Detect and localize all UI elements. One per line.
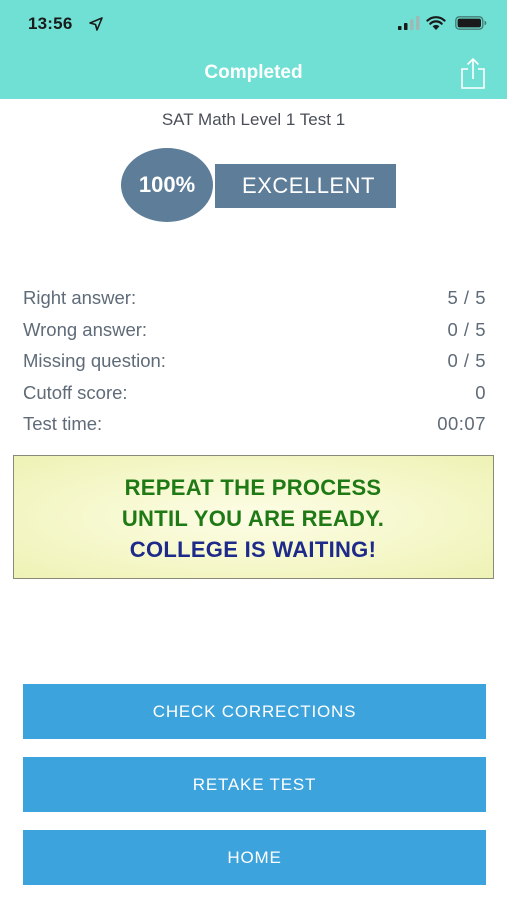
page-title: Completed [204,62,303,83]
motivation-line-3: COLLEGE IS WAITING! [129,537,377,562]
stat-value: 0 [475,381,486,403]
status-bar: 13:56 [0,0,507,50]
motivation-banner: REPEAT THE PROCESS UNTIL YOU ARE READY. … [13,455,494,579]
stat-row-test-time: Test time: 00:07 [23,409,486,441]
stat-label: Right answer: [23,287,137,308]
stat-row-wrong-answer: Wrong answer: 0 / 5 [23,315,486,347]
score-percent: 100% [138,172,196,197]
location-arrow-icon [89,17,103,31]
stat-label: Cutoff score: [23,381,128,403]
stat-row-missing-question: Missing question: 0 / 5 [23,346,486,378]
score-rating-banner: EXCELLENT [215,164,396,208]
stat-value: 00:07 [437,413,486,434]
stats-list: Right answer: 5 / 5 Wrong answer: 0 / 5 … [23,283,486,441]
motivation-text: REPEAT THE PROCESS UNTIL YOU ARE READY. … [14,472,492,565]
retake-test-button[interactable]: RETAKE TEST [23,757,486,812]
status-time: 13:56 [28,14,73,33]
stat-value: 0 / 5 [447,350,486,371]
stat-row-right-answer: Right answer: 5 / 5 [23,283,486,315]
stat-value: 0 / 5 [447,318,486,340]
header: 13:56 Completed [0,0,507,99]
stat-label: Test time: [23,413,103,434]
motivation-line-1: REPEAT THE PROCESS [124,475,382,500]
motivation-line-2: UNTIL YOU ARE READY. [121,506,385,531]
share-icon[interactable] [458,57,488,90]
cellular-signal-icon [398,16,420,30]
score-rating: EXCELLENT [242,173,375,198]
stat-row-cutoff-score: Cutoff score: 0 [23,378,486,410]
stat-value: 5 / 5 [447,287,486,308]
stat-label: Wrong answer: [23,318,148,340]
wifi-icon [426,16,446,30]
home-button[interactable]: HOME [23,830,486,885]
stat-label: Missing question: [23,350,166,371]
test-name: SAT Math Level 1 Test 1 [161,110,346,129]
battery-icon [455,16,487,30]
check-corrections-button[interactable]: CHECK CORRECTIONS [23,684,486,739]
score-circle: 100% [119,146,215,224]
